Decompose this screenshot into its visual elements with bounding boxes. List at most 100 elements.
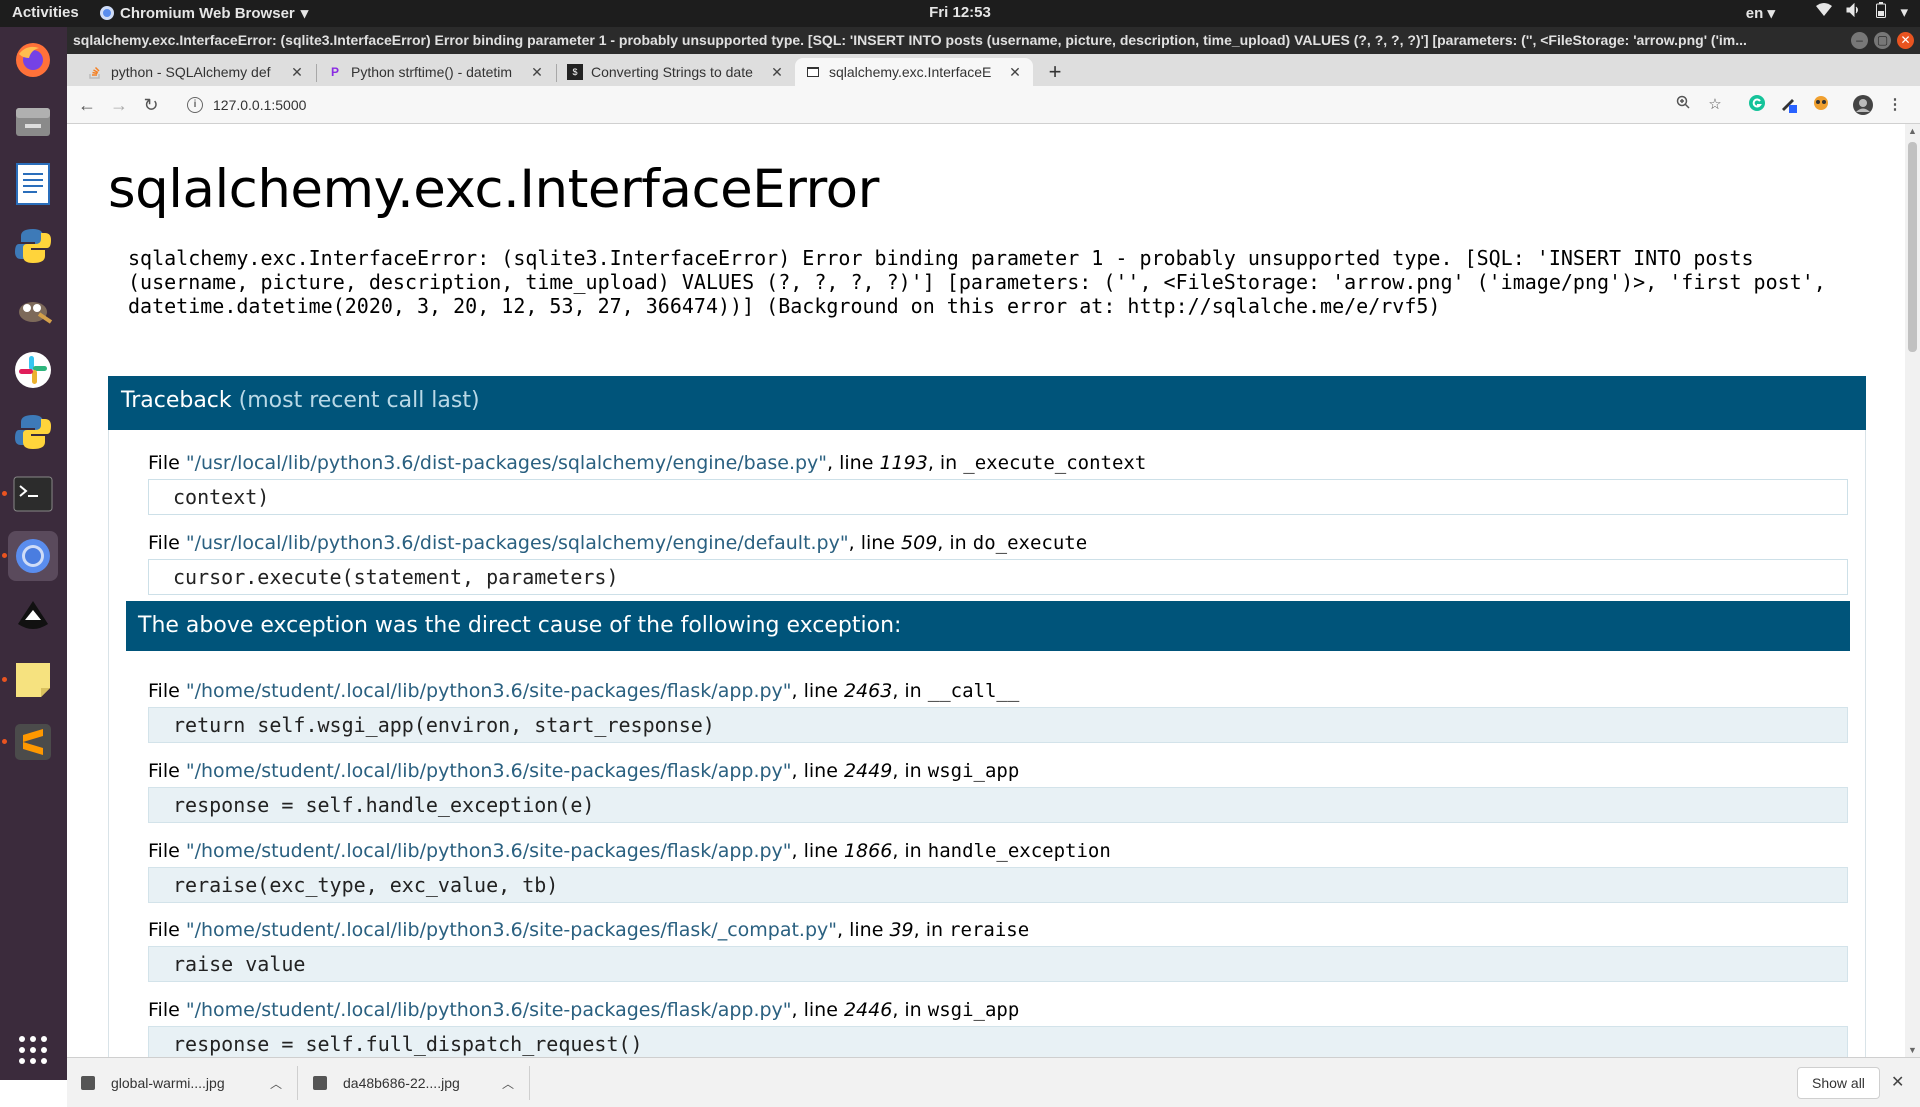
gimp-icon[interactable] (8, 283, 58, 333)
tab-converting-strings[interactable]: $ Converting Strings to date ✕ (557, 58, 795, 86)
traceback-frame[interactable]: File "/usr/local/lib/python3.6/dist-pack… (148, 529, 1848, 595)
download-item[interactable]: global-warmi....jpg ︿ (71, 1062, 295, 1104)
frame-filename[interactable]: "/home/student/.local/lib/python3.6/site… (186, 680, 792, 702)
file-label: File (148, 760, 186, 782)
frame-location: File "/home/student/.local/lib/python3.6… (148, 757, 1848, 785)
traceback-frame[interactable]: File "/home/student/.local/lib/python3.6… (148, 916, 1848, 982)
traceback-frame[interactable]: File "/home/student/.local/lib/python3.6… (148, 837, 1848, 903)
frame-location: File "/usr/local/lib/python3.6/dist-pack… (148, 529, 1848, 557)
address-bar-url: 127.0.0.1:5000 (213, 97, 307, 113)
back-arrow-icon[interactable]: ← (75, 93, 99, 117)
frame-filename[interactable]: "/home/student/.local/lib/python3.6/site… (186, 999, 792, 1021)
frame-function: do_execute (972, 532, 1088, 554)
show-all-downloads-button[interactable]: Show all (1797, 1067, 1880, 1099)
maximize-button[interactable]: ▢ (1874, 32, 1891, 49)
notes-icon[interactable] (8, 655, 58, 705)
extension-pen-icon[interactable] (1779, 95, 1799, 115)
page-viewport[interactable]: sqlalchemy.exc.InterfaceError sqlalchemy… (67, 124, 1905, 1057)
frame-code[interactable]: return self.wsgi_app(environ, start_resp… (148, 707, 1848, 743)
scroll-down-icon[interactable]: ▼ (1908, 1045, 1917, 1055)
traceback-frame[interactable]: File "/home/student/.local/lib/python3.6… (148, 677, 1848, 743)
frame-code[interactable]: raise value (148, 946, 1848, 982)
tab-sqlalchemy-error[interactable]: sqlalchemy.exc.InterfaceE ✕ (795, 58, 1033, 86)
inkscape-icon[interactable] (8, 593, 58, 643)
frame-code[interactable]: context) (148, 479, 1848, 515)
system-tray[interactable]: ▾ (1816, 2, 1908, 22)
wifi-icon (1816, 3, 1833, 21)
close-window-button[interactable]: ✕ (1897, 32, 1914, 49)
chevron-up-icon[interactable]: ︿ (267, 1075, 285, 1092)
python-icon[interactable] (8, 221, 58, 271)
frame-filename[interactable]: "/home/student/.local/lib/python3.6/site… (186, 919, 837, 941)
python-icon-2[interactable] (8, 407, 58, 457)
frame-location: File "/home/student/.local/lib/python3.6… (148, 837, 1848, 865)
scroll-up-icon[interactable]: ▲ (1908, 126, 1917, 136)
frame-line-number: 1866 (843, 840, 893, 862)
grammarly-icon[interactable] (1747, 95, 1767, 115)
frame-filename[interactable]: "/usr/local/lib/python3.6/dist-packages/… (186, 452, 827, 474)
close-tab-icon[interactable]: ✕ (769, 64, 785, 81)
tab-sqlalchemy-default[interactable]: python - SQLAlchemy def ✕ (77, 58, 315, 86)
frame-code[interactable]: reraise(exc_type, exc_value, tb) (148, 867, 1848, 903)
download-filename: da48b686-22....jpg (343, 1075, 460, 1091)
site-info-icon[interactable]: i (187, 97, 203, 113)
frame-filename[interactable]: "/home/student/.local/lib/python3.6/site… (186, 760, 792, 782)
running-indicator (2, 491, 7, 496)
minimize-button[interactable]: – (1851, 32, 1868, 49)
firefox-icon[interactable] (8, 35, 58, 85)
sublime-icon[interactable] (8, 717, 58, 767)
files-icon[interactable] (8, 97, 58, 147)
language-label: en (1745, 5, 1764, 22)
slack-icon[interactable] (8, 345, 58, 395)
zoom-icon[interactable] (1673, 95, 1693, 115)
download-item[interactable]: da48b686-22....jpg ︿ (303, 1062, 527, 1104)
tab-python-strftime[interactable]: P Python strftime() - datetim ✕ (317, 58, 555, 86)
profile-avatar[interactable] (1853, 95, 1873, 115)
address-bar[interactable]: i 127.0.0.1:5000 (177, 90, 1817, 120)
running-indicator (2, 739, 7, 744)
traceback-frame[interactable]: File "/home/student/.local/lib/python3.6… (148, 757, 1848, 823)
extension-mask-icon[interactable] (1811, 95, 1831, 115)
writer-icon[interactable] (8, 159, 58, 209)
line-label: , line (848, 532, 902, 554)
frame-code[interactable]: response = self.handle_exception(e) (148, 787, 1848, 823)
frame-filename[interactable]: "/usr/local/lib/python3.6/dist-packages/… (186, 532, 849, 554)
menu-kebab-icon[interactable]: ⋮ (1885, 95, 1905, 115)
traceback-frame[interactable]: File "/home/student/.local/lib/python3.6… (148, 996, 1848, 1057)
bookmark-star-icon[interactable]: ☆ (1705, 95, 1725, 115)
clock[interactable]: Fri 12:53 (0, 4, 1920, 21)
programiz-icon: P (330, 65, 339, 79)
file-label: File (148, 452, 186, 474)
app-grid-icon[interactable] (8, 1025, 58, 1075)
page-title: sqlalchemy.exc.InterfaceError (108, 159, 879, 220)
chevron-up-icon[interactable]: ︿ (499, 1075, 517, 1092)
close-download-shelf-icon[interactable]: ✕ (1891, 1072, 1904, 1092)
running-indicator (2, 553, 7, 558)
forward-arrow-icon[interactable]: → (107, 93, 131, 117)
frame-filename[interactable]: "/home/student/.local/lib/python3.6/site… (186, 840, 792, 862)
frame-code[interactable]: response = self.full_dispatch_request() (148, 1026, 1848, 1057)
traceback-body: File "/usr/local/lib/python3.6/dist-pack… (108, 430, 1866, 1057)
reload-icon[interactable]: ↻ (139, 93, 163, 117)
frame-code[interactable]: cursor.execute(statement, parameters) (148, 559, 1848, 595)
in-label: , in (927, 452, 964, 474)
tab-label: python - SQLAlchemy def (111, 64, 271, 80)
vertical-scrollbar[interactable]: ▲ ▼ (1905, 124, 1920, 1057)
file-image-icon (81, 1076, 95, 1090)
traceback-subtitle: (most recent call last) (238, 388, 480, 413)
chromium-icon[interactable] (8, 531, 58, 581)
traceback-frame[interactable]: File "/usr/local/lib/python3.6/dist-pack… (148, 449, 1848, 515)
terminal-icon[interactable] (8, 469, 58, 519)
scrollbar-thumb[interactable] (1908, 142, 1917, 352)
close-tab-icon[interactable]: ✕ (529, 64, 545, 81)
stackoverflow-icon (87, 64, 103, 80)
close-tab-icon[interactable]: ✕ (1007, 64, 1023, 81)
new-tab-button[interactable]: + (1041, 58, 1069, 86)
file-label: File (148, 840, 186, 862)
frame-location: File "/home/student/.local/lib/python3.6… (148, 916, 1848, 944)
in-label: , in (913, 919, 950, 941)
close-tab-icon[interactable]: ✕ (289, 64, 305, 81)
window-titlebar[interactable]: sqlalchemy.exc.InterfaceError: (sqlite3.… (67, 27, 1920, 54)
line-label: , line (837, 919, 890, 941)
language-indicator[interactable]: en ▾ (1746, 4, 1775, 22)
